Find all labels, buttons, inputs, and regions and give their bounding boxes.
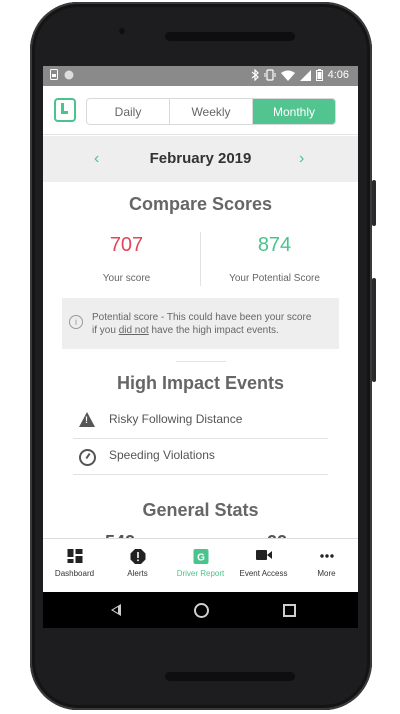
bottom-nav: Dashboard Alerts G Driver Report Event A…: [43, 538, 358, 593]
your-score-label: Your score: [102, 273, 151, 284]
note-text: Potential score - This could have been y…: [92, 311, 337, 337]
speedometer-icon: [79, 449, 96, 466]
alert-icon: [130, 549, 145, 564]
nav-label: Dashboard: [54, 569, 95, 578]
month-selector: ‹ February 2019 ›: [43, 136, 358, 182]
home-icon[interactable]: [194, 603, 209, 618]
list-item[interactable]: Risky Following Distance: [73, 402, 328, 439]
svg-text:G: G: [197, 553, 205, 564]
signal-icon: [299, 69, 311, 81]
potential-score-label: Your Potential Score: [229, 273, 320, 284]
app-screen: 4:06 Daily Weekly Monthly ‹ February 201…: [43, 66, 358, 628]
note-line-2-start: if you: [92, 325, 119, 336]
sim-icon: [50, 69, 58, 80]
status-bar: 4:06: [43, 66, 358, 86]
your-score-value: 707: [109, 234, 144, 256]
high-impact-title: High Impact Events: [116, 373, 285, 393]
your-score-block: 707 Your score: [48, 234, 205, 284]
chevron-right-icon[interactable]: ›: [299, 150, 304, 168]
nav-label: Driver Report: [176, 569, 225, 578]
warning-triangle-icon: [79, 412, 95, 427]
dashboard-icon: [67, 549, 82, 563]
nav-label: Event Access: [239, 569, 288, 578]
event-label: Risky Following Distance: [109, 412, 243, 426]
battery-icon: [315, 69, 323, 81]
bluetooth-icon: [251, 69, 259, 81]
tab-weekly[interactable]: Weekly: [170, 99, 253, 124]
more-dots-icon: [319, 554, 334, 558]
general-stats-title: General Stats: [142, 500, 259, 520]
nav-label: More: [317, 569, 336, 578]
nav-more[interactable]: More: [295, 539, 358, 593]
nav-event-access[interactable]: Event Access: [232, 539, 295, 593]
nav-dashboard[interactable]: Dashboard: [43, 539, 106, 593]
section-divider: [176, 361, 226, 362]
month-title: February 2019: [149, 150, 252, 167]
front-camera-icon: [118, 27, 126, 35]
list-item[interactable]: Speeding Violations: [73, 438, 328, 475]
vibrate-icon: [264, 69, 276, 81]
compare-scores-title: Compare Scores: [128, 194, 273, 214]
info-icon: i: [69, 315, 83, 329]
potential-score-note: i Potential score - This could have been…: [62, 298, 339, 349]
wifi-icon: [280, 70, 295, 81]
circle-notification-icon: [64, 70, 74, 79]
app-logo-icon[interactable]: [54, 98, 76, 122]
app-header: Daily Weekly Monthly: [43, 86, 358, 135]
potential-score-value: 874: [257, 234, 292, 256]
note-line-1: Potential score - This could have been y…: [92, 312, 312, 323]
note-line-2-end: have the high impact events.: [148, 325, 279, 336]
top-speaker-grille: [165, 32, 295, 41]
power-button: [372, 180, 376, 226]
back-icon[interactable]: [111, 604, 121, 616]
nav-label: Alerts: [127, 569, 148, 578]
nav-alerts[interactable]: Alerts: [106, 539, 169, 593]
recent-apps-icon[interactable]: [283, 604, 296, 617]
driver-report-icon: G: [193, 549, 208, 564]
tab-daily[interactable]: Daily: [87, 99, 170, 124]
note-underlined: did not: [118, 325, 149, 336]
system-nav-bar: [43, 592, 358, 628]
volume-button: [372, 278, 376, 382]
tab-monthly[interactable]: Monthly: [253, 99, 335, 124]
period-tabs: Daily Weekly Monthly: [86, 98, 336, 125]
nav-driver-report[interactable]: G Driver Report: [169, 539, 232, 593]
bottom-speaker-grille: [165, 672, 295, 681]
event-label: Speeding Violations: [109, 448, 215, 462]
video-camera-icon: [255, 550, 272, 560]
clock: 4:06: [327, 69, 349, 81]
potential-score-block: 874 Your Potential Score: [196, 234, 353, 284]
